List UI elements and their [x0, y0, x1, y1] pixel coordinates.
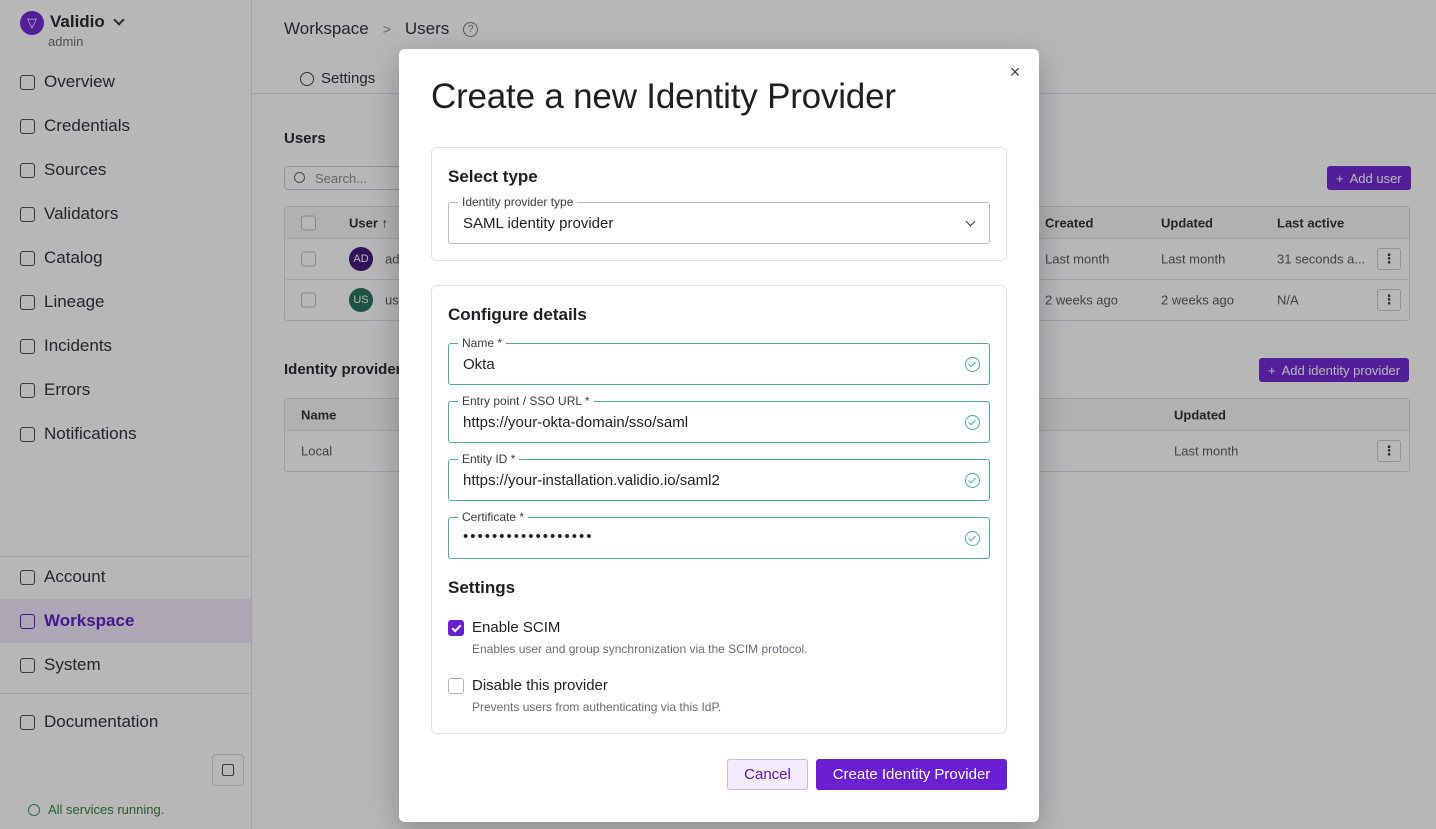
cancel-button[interactable]: Cancel	[727, 759, 808, 790]
field-value: ••••••••••••••••••	[463, 528, 594, 545]
field-value: https://your-okta-domain/sso/saml	[463, 414, 689, 431]
field-value: https://your-installation.validio.io/sam…	[463, 472, 720, 489]
enable-scim-checkbox[interactable]	[448, 620, 464, 636]
configure-details-card: Configure details Name * Okta Entry poin…	[431, 285, 1007, 734]
settings-heading: Settings	[448, 578, 516, 597]
entity-id-field[interactable]: Entity ID * https://your-installation.va…	[448, 451, 990, 501]
field-value: SAML identity provider	[463, 215, 614, 232]
create-identity-provider-dialog: × Create a new Identity Provider Select …	[399, 49, 1039, 822]
create-identity-provider-button[interactable]: Create Identity Provider	[816, 759, 1007, 790]
certificate-field[interactable]: Certificate * ••••••••••••••••••	[448, 509, 990, 559]
field-label: Entry point / SSO URL *	[458, 393, 594, 409]
field-label: Name *	[458, 335, 507, 351]
field-value: Okta	[463, 356, 495, 373]
valid-check-icon	[965, 531, 980, 546]
select-type-card: Select type Identity provider type SAML …	[431, 147, 1007, 261]
identity-provider-type-select[interactable]: Identity provider type SAML identity pro…	[448, 194, 990, 244]
chevron-down-icon	[965, 216, 976, 227]
field-label: Certificate *	[458, 509, 529, 525]
name-field[interactable]: Name * Okta	[448, 335, 990, 385]
valid-check-icon	[965, 473, 980, 488]
field-label: Entity ID *	[458, 451, 520, 467]
option-label[interactable]: Enable SCIM	[472, 619, 560, 636]
dialog-title: Create a new Identity Provider	[431, 77, 896, 116]
close-icon[interactable]: ×	[1008, 63, 1022, 81]
disable-provider-checkbox[interactable]	[448, 678, 464, 694]
option-description: Prevents users from authenticating via t…	[472, 700, 722, 714]
sso-url-field[interactable]: Entry point / SSO URL * https://your-okt…	[448, 393, 990, 443]
valid-check-icon	[965, 357, 980, 372]
configure-details-heading: Configure details	[448, 305, 587, 324]
option-label[interactable]: Disable this provider	[472, 677, 608, 694]
field-label: Identity provider type	[458, 194, 578, 210]
select-type-heading: Select type	[448, 167, 538, 186]
option-description: Enables user and group synchronization v…	[472, 642, 808, 656]
valid-check-icon	[965, 415, 980, 430]
